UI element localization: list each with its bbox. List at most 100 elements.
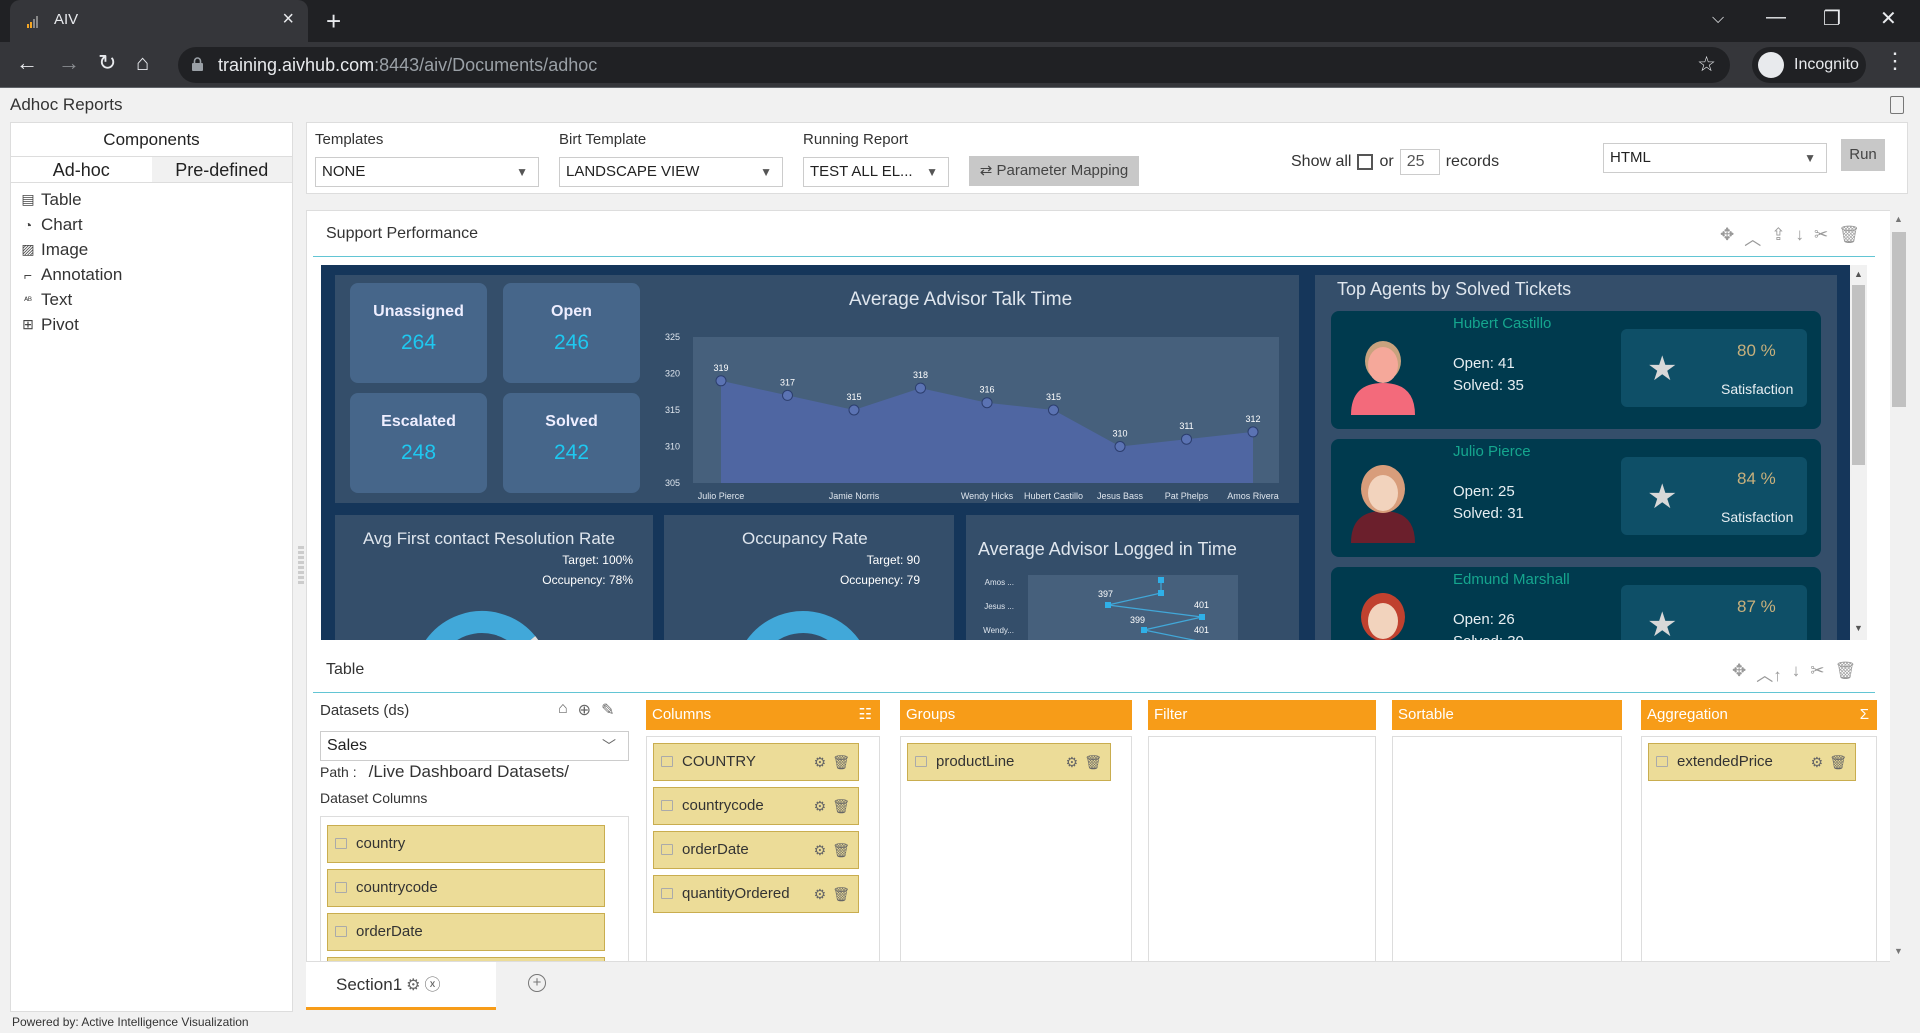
- birt-template-select[interactable]: LANDSCAPE VIEW ▼: [559, 157, 783, 187]
- drop-zone-aggregation[interactable]: extendedPrice ⚙ 🗑: [1641, 736, 1877, 962]
- field-settings-icon[interactable]: ⚙: [814, 832, 827, 868]
- field-settings-icon[interactable]: ⚙: [814, 744, 827, 780]
- show-all-checkbox[interactable]: [1357, 154, 1374, 170]
- run-button[interactable]: Run: [1841, 139, 1885, 171]
- templates-select[interactable]: NONE ▼: [315, 157, 539, 187]
- reload-icon[interactable]: ↻: [98, 50, 116, 76]
- field-settings-icon[interactable]: ⚙: [814, 876, 827, 912]
- x-tick-label: Jamie Norris: [829, 491, 880, 501]
- agent-avatar-icon: [1361, 593, 1405, 640]
- component-chart[interactable]: ◔ Chart: [19, 212, 284, 237]
- add-section-icon[interactable]: +: [528, 974, 546, 992]
- dataset-select[interactable]: Sales ﹀: [320, 731, 629, 761]
- bookmark-star-icon[interactable]: ☆: [1697, 52, 1716, 77]
- tab-search-icon[interactable]: ⌵: [1712, 10, 1724, 28]
- dashboard-scroll-thumb[interactable]: [1852, 285, 1865, 465]
- tab-ad-hoc[interactable]: Ad-hoc: [11, 157, 152, 182]
- field-chip[interactable]: orderDate ⚙ 🗑: [653, 831, 859, 869]
- move-up-icon[interactable]: ︿↑: [1756, 661, 1782, 686]
- move-icon[interactable]: ✥: [1732, 661, 1746, 686]
- add-dataset-icon[interactable]: ⊕: [578, 700, 591, 720]
- field-delete-icon[interactable]: 🗑: [832, 876, 850, 912]
- output-format-select[interactable]: HTML ▼: [1603, 143, 1827, 173]
- forward-icon[interactable]: →: [58, 50, 80, 76]
- restore-icon[interactable]: ❐: [1823, 6, 1841, 31]
- new-tab-icon[interactable]: +: [326, 6, 341, 37]
- kpi-open: Open 246: [503, 283, 640, 383]
- edit-dataset-icon[interactable]: ✎: [601, 700, 614, 720]
- field-chip[interactable]: extendedPrice ⚙ 🗑: [1648, 743, 1856, 781]
- y-tick-label: 310: [665, 442, 680, 452]
- dashboard-scrollbar[interactable]: ▲ ▼: [1850, 265, 1867, 640]
- canvas-scrollbar[interactable]: ▲ ▼: [1890, 210, 1908, 962]
- field-delete-icon[interactable]: 🗑: [832, 744, 850, 780]
- save-icon[interactable]: [1890, 96, 1904, 114]
- dropdown-caret-icon: ▼: [760, 165, 772, 179]
- component-text[interactable]: ᴬᴮ Text: [19, 287, 284, 312]
- field-chip[interactable]: productLine ⚙ 🗑: [907, 743, 1111, 781]
- component-image[interactable]: ▨ Image: [19, 237, 284, 262]
- canvas-scroll-thumb[interactable]: [1892, 232, 1906, 407]
- panel-divider: [313, 692, 1875, 693]
- address-bar[interactable]: training.aivhub.com:8443/aiv/Documents/a…: [178, 47, 1730, 83]
- agent-name: Edmund Marshall: [1453, 571, 1570, 588]
- field-chip[interactable]: countrycode ⚙ 🗑: [653, 787, 859, 825]
- running-report-label: Running Report: [803, 131, 909, 148]
- field-delete-icon[interactable]: 🗑: [1829, 744, 1847, 780]
- section-tab[interactable]: Section1 ⚙ ⓧ: [306, 962, 496, 1010]
- export-icon[interactable]: ⇪: [1771, 225, 1785, 250]
- drop-zone-sortable[interactable]: [1392, 736, 1622, 962]
- delete-icon[interactable]: 🗑: [1838, 225, 1860, 250]
- delete-icon[interactable]: 🗑: [1835, 661, 1857, 686]
- incognito-badge[interactable]: Incognito: [1752, 47, 1866, 83]
- field-chip[interactable]: quantityOrdered ⚙ 🗑: [653, 875, 859, 913]
- data-point: [715, 375, 727, 387]
- drop-zone-columns[interactable]: COUNTRY ⚙ 🗑 countrycode ⚙ 🗑 orderDate ⚙ 🗑 quantit…: [646, 736, 880, 962]
- gauge-fcr-chart: [425, 611, 539, 640]
- tab-pre-defined[interactable]: Pre-defined: [151, 157, 292, 182]
- field-delete-icon[interactable]: 🗑: [832, 832, 850, 868]
- field-settings-icon[interactable]: ⚙: [814, 788, 827, 824]
- close-window-icon[interactable]: ✕: [1880, 6, 1897, 31]
- records-count-input[interactable]: 25: [1399, 149, 1440, 175]
- move-icon[interactable]: ✥: [1720, 225, 1734, 250]
- home-icon[interactable]: ⌂: [558, 700, 568, 720]
- section-settings-icon[interactable]: ⚙: [406, 977, 420, 994]
- data-label: 401: [1194, 600, 1209, 610]
- running-report-select[interactable]: TEST ALL EL... ▼: [803, 157, 949, 187]
- field-settings-icon[interactable]: ⚙: [1066, 744, 1079, 780]
- move-up-icon[interactable]: ︿: [1744, 225, 1761, 250]
- browser-tab[interactable]: AIV ×: [10, 0, 308, 42]
- x-tick-label: Pat Phelps: [1165, 491, 1209, 501]
- drop-zone-filter[interactable]: [1148, 736, 1376, 962]
- field-chip[interactable]: country: [327, 825, 605, 863]
- component-pivot[interactable]: ⊞ Pivot: [19, 312, 284, 337]
- browser-menu-icon[interactable]: ⋮: [1884, 48, 1906, 74]
- settings-tools-icon[interactable]: ✂: [1810, 661, 1824, 686]
- app-title: Adhoc Reports: [10, 95, 123, 114]
- home-icon[interactable]: ⌂: [136, 50, 149, 76]
- component-table[interactable]: ▤ Table: [19, 187, 284, 212]
- component-annotation[interactable]: ⌐ Annotation: [19, 262, 284, 287]
- field-chip[interactable]: COUNTRY ⚙ 🗑: [653, 743, 859, 781]
- field-delete-icon[interactable]: 🗑: [1084, 744, 1102, 780]
- agent-name: Hubert Castillo: [1453, 315, 1552, 332]
- drop-zone-header-aggregation: Aggregation Σ: [1641, 700, 1877, 730]
- data-point: [1158, 590, 1164, 596]
- close-tab-icon[interactable]: ×: [282, 8, 294, 31]
- back-icon[interactable]: ←: [16, 50, 38, 76]
- list-icon[interactable]: ☷: [859, 700, 872, 730]
- minimize-icon[interactable]: —: [1766, 6, 1786, 29]
- field-delete-icon[interactable]: 🗑: [832, 788, 850, 824]
- drop-zone-groups[interactable]: productLine ⚙ 🗑: [900, 736, 1132, 962]
- parameter-mapping-button[interactable]: ⇄ Parameter Mapping: [969, 156, 1139, 186]
- move-down-icon[interactable]: ↓: [1796, 225, 1805, 250]
- field-chip[interactable]: orderDate: [327, 913, 605, 951]
- move-down-icon[interactable]: ↓: [1792, 661, 1801, 686]
- sigma-icon[interactable]: Σ: [1860, 700, 1869, 730]
- field-chip[interactable]: countrycode: [327, 869, 605, 907]
- field-settings-icon[interactable]: ⚙: [1811, 744, 1824, 780]
- section-close-icon[interactable]: ⓧ: [425, 977, 441, 994]
- gauge-value-arc: [746, 611, 860, 640]
- settings-tools-icon[interactable]: ✂: [1814, 225, 1828, 250]
